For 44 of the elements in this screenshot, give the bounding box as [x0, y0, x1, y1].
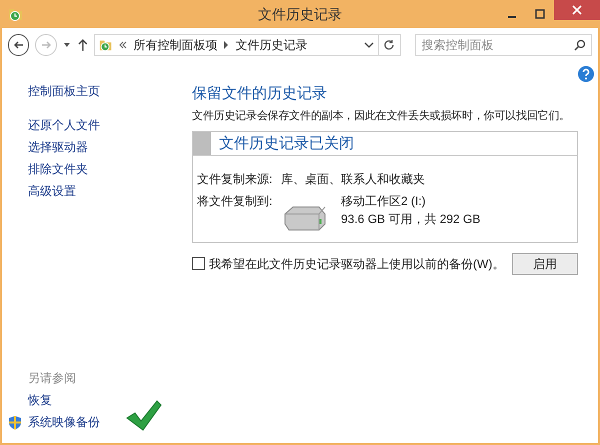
help-icon[interactable] — [578, 66, 594, 82]
search-icon — [574, 39, 586, 51]
sidebar-link[interactable]: 恢复 — [28, 389, 52, 411]
sidebar-link[interactable]: 高级设置 — [28, 180, 192, 202]
checkbox[interactable] — [192, 257, 205, 270]
breadcrumb-item[interactable]: 文件历史记录 — [235, 36, 308, 54]
shield-icon — [8, 414, 22, 430]
overflow-chevron-icon — [119, 41, 128, 49]
drive-space: 93.6 GB 可用，共 292 GB — [341, 210, 480, 228]
minimize-icon — [508, 16, 516, 18]
close-icon — [572, 5, 582, 15]
page-heading: 保留文件的历史记录 — [192, 84, 328, 104]
up-arrow-icon[interactable] — [76, 38, 88, 52]
sidebar-link[interactable]: 选择驱动器 — [28, 136, 192, 158]
search-field[interactable]: 搜索控制面板 — [414, 34, 592, 56]
sidebar-link[interactable]: 排除文件夹 — [28, 158, 192, 180]
folder-clock-icon — [8, 6, 24, 22]
drive-name: 移动工作区2 (I:) — [341, 192, 427, 210]
maximize-icon — [535, 9, 545, 19]
field-value: 库、桌面、联系人和收藏夹 — [281, 170, 425, 188]
checkmark-icon — [124, 398, 162, 432]
forward-arrow-icon — [40, 39, 52, 51]
close-button[interactable] — [554, 0, 600, 20]
sidebar-link[interactable]: 还原个人文件 — [28, 114, 192, 136]
refresh-button[interactable] — [379, 34, 401, 56]
description-text: 文件历史记录会保存文件的副本，因此在文件丢失或损坏时，你可以找回它们。 — [192, 108, 572, 124]
address-bar[interactable]: 所有控制面板项 文件历史记录 — [94, 34, 380, 56]
dropdown-icon[interactable] — [62, 41, 71, 49]
back-button[interactable] — [8, 34, 30, 56]
window-title: 文件历史记录 — [257, 4, 343, 24]
sidebar-link[interactable]: 系统映像备份 — [28, 411, 100, 433]
field-label: 将文件复制到: — [197, 192, 274, 210]
sidebar-link[interactable]: 控制面板主页 — [28, 80, 192, 102]
breadcrumb-item[interactable]: 所有控制面板项 — [133, 36, 218, 54]
checkbox-label: 我希望在此文件历史记录驱动器上使用以前的备份(W)。 — [209, 256, 504, 272]
field-label: 文件复制来源: — [197, 170, 274, 188]
back-arrow-icon — [12, 39, 25, 51]
section-heading: 另请参阅 — [28, 370, 77, 387]
folder-clock-icon — [99, 38, 114, 52]
enable-button[interactable]: 启用 — [512, 252, 578, 274]
panel-title: 文件历史记录已关闭 — [219, 134, 354, 154]
refresh-icon — [383, 39, 396, 51]
breadcrumb-arrow-icon — [223, 41, 230, 49]
chevron-down-icon[interactable] — [364, 41, 374, 49]
